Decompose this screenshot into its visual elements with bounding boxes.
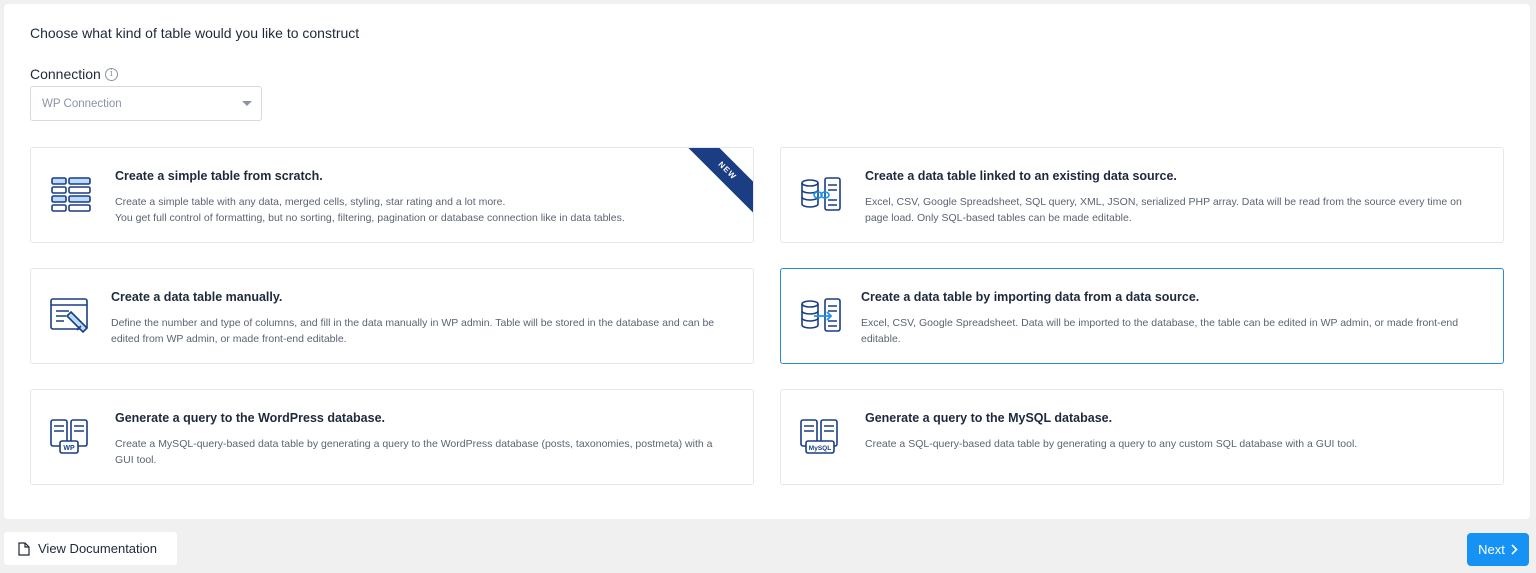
mysql-icon-label: MySQL: [809, 445, 831, 452]
mysql-query-icon: MySQL: [800, 419, 838, 454]
card-title: Generate a query to the MySQL database.: [865, 411, 1113, 425]
card-title: Create a data table by importing data fr…: [861, 290, 1200, 304]
card-description: Excel, CSV, Google Spreadsheet. Data wil…: [861, 317, 1459, 345]
linked-source-icon: [801, 177, 841, 211]
view-documentation-button[interactable]: View Documentation: [4, 532, 177, 565]
card-wp-query[interactable]: WP Generate a query to the WordPress dat…: [30, 389, 754, 485]
chevron-down-icon: [242, 101, 252, 106]
card-title: Generate a query to the WordPress databa…: [115, 411, 386, 425]
card-title: Create a data table linked to an existin…: [865, 169, 1177, 183]
wp-query-icon: WP: [50, 419, 88, 454]
card-description: Create a SQL-query-based data table by g…: [865, 438, 1358, 450]
card-linked-source[interactable]: Create a data table linked to an existin…: [780, 147, 1504, 243]
page-heading: Choose what kind of table would you like…: [30, 25, 360, 41]
card-title: Create a simple table from scratch.: [115, 169, 323, 183]
chevron-right-icon: [1511, 544, 1518, 555]
card-mysql-query[interactable]: MySQL Generate a query to the MySQL data…: [780, 389, 1504, 485]
import-data-icon: [801, 298, 841, 332]
card-description: Excel, CSV, Google Spreadsheet, SQL quer…: [865, 196, 1462, 224]
manual-edit-icon: [50, 298, 89, 334]
connection-label-text: Connection: [30, 66, 101, 82]
card-manual-table[interactable]: Create a data table manually. Define the…: [30, 268, 754, 364]
connection-select-value: WP Connection: [42, 97, 122, 110]
card-description: Create a MySQL-query-based data table by…: [115, 438, 713, 466]
card-description: Define the number and type of columns, a…: [111, 317, 715, 345]
card-simple-table[interactable]: Create a simple table from scratch. Crea…: [30, 147, 754, 243]
view-documentation-label: View Documentation: [38, 541, 157, 556]
card-import-data[interactable]: Create a data table by importing data fr…: [780, 268, 1504, 364]
next-label: Next: [1478, 542, 1505, 557]
document-icon: [18, 541, 30, 556]
simple-table-icon: [51, 177, 91, 212]
card-title: Create a data table manually.: [111, 290, 283, 304]
main-panel: Choose what kind of table would you like…: [4, 4, 1530, 519]
connection-select[interactable]: WP Connection: [30, 86, 262, 121]
card-description: Create a simple table with any data, mer…: [115, 196, 625, 224]
info-icon[interactable]: i: [104, 67, 118, 81]
next-button[interactable]: Next: [1467, 533, 1529, 566]
wp-icon-label: WP: [63, 445, 75, 452]
connection-label: Connection i: [30, 66, 118, 82]
